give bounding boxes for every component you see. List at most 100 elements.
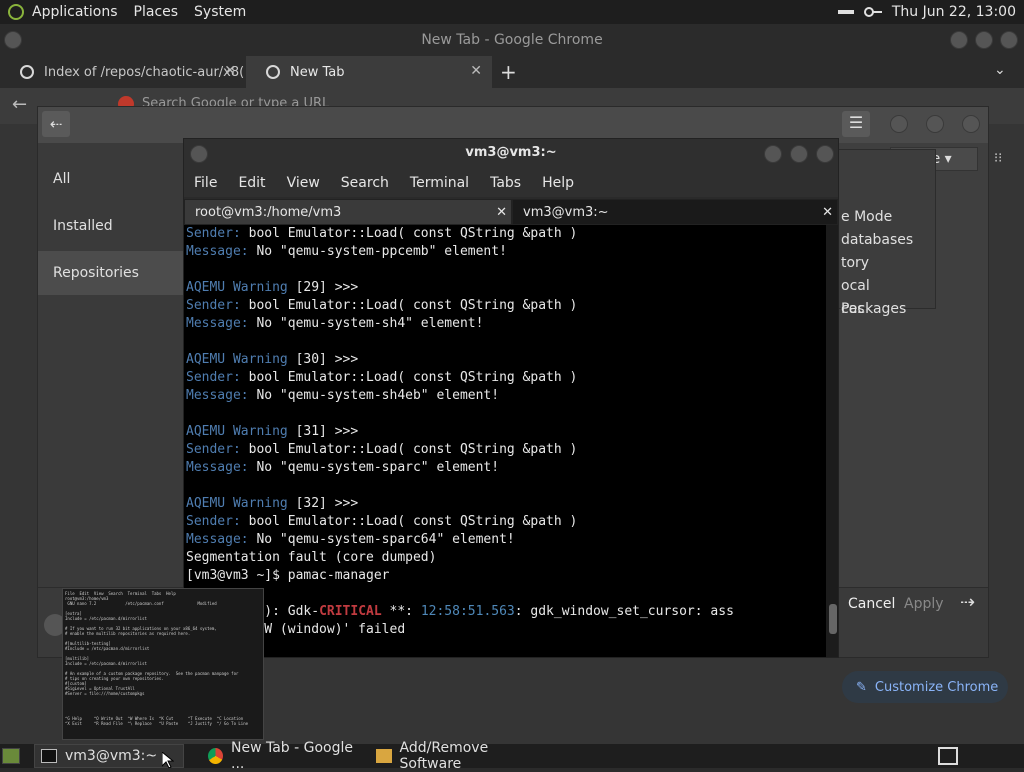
- hamburger-menu-icon[interactable]: ☰: [842, 111, 870, 137]
- terminal-text: Message:: [186, 388, 249, 403]
- terminal-close-button[interactable]: [816, 145, 834, 163]
- terminal-maximize-button[interactable]: [790, 145, 808, 163]
- tab-label: Index of /repos/chaotic-aur/x8(: [44, 64, 245, 80]
- terminal-icon: [41, 749, 57, 763]
- network-icon[interactable]: [837, 6, 854, 18]
- chrome-title-bar[interactable]: New Tab - Google Chrome: [0, 24, 1024, 56]
- terminal-minimize-button[interactable]: [764, 145, 782, 163]
- terminal-text: [30] >>>: [287, 352, 359, 367]
- chrome-close-button[interactable]: [1000, 31, 1018, 49]
- terminal-menu-button[interactable]: [190, 145, 208, 163]
- terminal-text: **:: [381, 604, 421, 619]
- terminal-text: bool Emulator::Load( const QString &path…: [240, 514, 578, 529]
- terminal-text: Sender:: [186, 442, 241, 457]
- pamac-maximize-button[interactable]: [926, 115, 944, 133]
- menu-tabs[interactable]: Tabs: [490, 175, 521, 191]
- close-icon[interactable]: ✕: [224, 63, 236, 79]
- terminal-text: AQEMU Warning: [186, 424, 288, 439]
- menu-item-local-packages[interactable]: ocal Packages: [839, 275, 937, 317]
- menu-item-databases[interactable]: databases: [839, 229, 937, 252]
- sidebar-item-installed[interactable]: Installed: [38, 204, 184, 248]
- terminal-window: vm3@vm3:~ File Edit View Search Terminal…: [183, 138, 839, 658]
- distro-logo-icon[interactable]: [8, 4, 24, 20]
- close-icon[interactable]: ✕: [470, 63, 482, 79]
- grid-icon[interactable]: ⁝⁝: [994, 151, 1002, 166]
- terminal-scrollbar-thumb[interactable]: [829, 604, 837, 634]
- menu-view[interactable]: View: [287, 175, 320, 191]
- menu-help[interactable]: Help: [542, 175, 574, 191]
- terminal-line: Sender: bool Emulator::Load( const QStri…: [186, 441, 824, 459]
- back-arrow-icon[interactable]: ⇠: [42, 111, 70, 137]
- system-menu[interactable]: System: [194, 4, 246, 20]
- chrome-tab-new-tab[interactable]: New Tab ✕: [246, 56, 492, 88]
- applications-menu[interactable]: Applications: [32, 4, 118, 20]
- taskbar-item-pamac[interactable]: Add/Remove Software: [370, 740, 550, 772]
- pamac-close-button[interactable]: [962, 115, 980, 133]
- terminal-text: No "qemu-system-ppcemb" element!: [248, 244, 507, 259]
- terminal-line: Sender: bool Emulator::Load( const QStri…: [186, 297, 824, 315]
- panel-clock[interactable]: Thu Jun 22, 13:00: [892, 4, 1016, 20]
- cancel-button[interactable]: Cancel: [840, 590, 903, 618]
- terminal-tab-root[interactable]: root@vm3:/home/vm3 ✕: [184, 199, 512, 225]
- terminal-line: K_IS_WINDOW (window)' failed: [186, 621, 824, 639]
- menu-item-preferences[interactable]: ces: [839, 298, 937, 321]
- tab-search-chevron-icon[interactable]: ⌄: [994, 62, 1006, 78]
- terminal-line: [vm3@vm3 ~]$ pamac-manager: [186, 567, 824, 585]
- chrome-tab-index[interactable]: Index of /repos/chaotic-aur/x8( ✕: [0, 56, 246, 88]
- terminal-text: AQEMU Warning: [186, 352, 288, 367]
- terminal-line: AQEMU Warning [29] >>>: [186, 279, 824, 297]
- terminal-text: No "qemu-system-sparc" element!: [248, 460, 500, 475]
- bottom-panel: vm3@vm3:~ New Tab - Google ... Add/Remov…: [0, 740, 1024, 772]
- terminal-text: Segmentation fault (core dumped): [186, 550, 437, 565]
- terminal-text: Message:: [186, 460, 249, 475]
- show-desktop-icon[interactable]: [2, 748, 20, 764]
- menu-item-mode[interactable]: e Mode: [839, 206, 937, 229]
- menu-item-history[interactable]: tory: [839, 252, 937, 275]
- terminal-text: [31] >>>: [287, 424, 359, 439]
- terminal-text: Message:: [186, 244, 249, 259]
- forward-arrow-icon[interactable]: ⇢: [960, 592, 975, 613]
- mouse-cursor-icon: [162, 752, 174, 768]
- terminal-text: No "qemu-system-sh4eb" element!: [248, 388, 500, 403]
- terminal-window-title: vm3@vm3:~: [465, 145, 557, 160]
- terminal-line: Message: No "qemu-system-sh4eb" element!: [186, 387, 824, 405]
- apply-button[interactable]: Apply: [896, 590, 952, 618]
- terminal-tab-strip: root@vm3:/home/vm3 ✕ vm3@vm3:~ ✕: [184, 197, 838, 225]
- terminal-text: bool Emulator::Load( const QString &path…: [240, 370, 578, 385]
- terminal-line: ager:12330): Gdk-CRITICAL **: 12:58:51.5…: [186, 603, 824, 621]
- terminal-scrollbar[interactable]: [826, 225, 838, 657]
- chrome-menu-button[interactable]: [4, 31, 22, 49]
- sidebar-item-all[interactable]: All: [38, 157, 184, 201]
- workspace-switcher-icon[interactable]: [938, 747, 958, 765]
- back-arrow-icon[interactable]: ←: [12, 94, 27, 115]
- terminal-tab-vm3[interactable]: vm3@vm3:~ ✕: [512, 199, 838, 225]
- close-icon[interactable]: ✕: [822, 200, 833, 226]
- terminal-line: Segmentation fault (core dumped): [186, 549, 824, 567]
- taskbar-label: vm3@vm3:~: [65, 748, 158, 764]
- terminal-output[interactable]: Sender: bool Emulator::Load( const QStri…: [186, 225, 824, 657]
- terminal-text: bool Emulator::Load( const QString &path…: [240, 226, 578, 241]
- close-icon[interactable]: ✕: [496, 200, 507, 226]
- taskbar-item-chrome[interactable]: New Tab - Google ...: [202, 740, 362, 772]
- window-preview-thumbnail[interactable]: File Edit View Search Terminal Tabs Help…: [62, 588, 264, 740]
- menu-terminal[interactable]: Terminal: [410, 175, 469, 191]
- chrome-window-title: New Tab - Google Chrome: [421, 32, 603, 48]
- terminal-title-bar[interactable]: vm3@vm3:~: [184, 139, 838, 169]
- terminal-line: AQEMU Warning [30] >>>: [186, 351, 824, 369]
- new-tab-plus-icon[interactable]: +: [500, 60, 517, 84]
- sidebar-item-repositories[interactable]: Repositories: [38, 251, 184, 295]
- terminal-text: Sender:: [186, 514, 241, 529]
- key-icon[interactable]: [863, 6, 882, 18]
- pamac-minimize-button[interactable]: [890, 115, 908, 133]
- customize-chrome-button[interactable]: ✎ Customize Chrome: [842, 671, 1008, 703]
- chrome-maximize-button[interactable]: [975, 31, 993, 49]
- menu-edit[interactable]: Edit: [238, 175, 265, 191]
- menu-search[interactable]: Search: [341, 175, 389, 191]
- places-menu[interactable]: Places: [134, 4, 179, 20]
- menu-file[interactable]: File: [194, 175, 217, 191]
- customize-label: Customize Chrome: [874, 679, 999, 695]
- chrome-minimize-button[interactable]: [950, 31, 968, 49]
- globe-icon: [20, 65, 34, 79]
